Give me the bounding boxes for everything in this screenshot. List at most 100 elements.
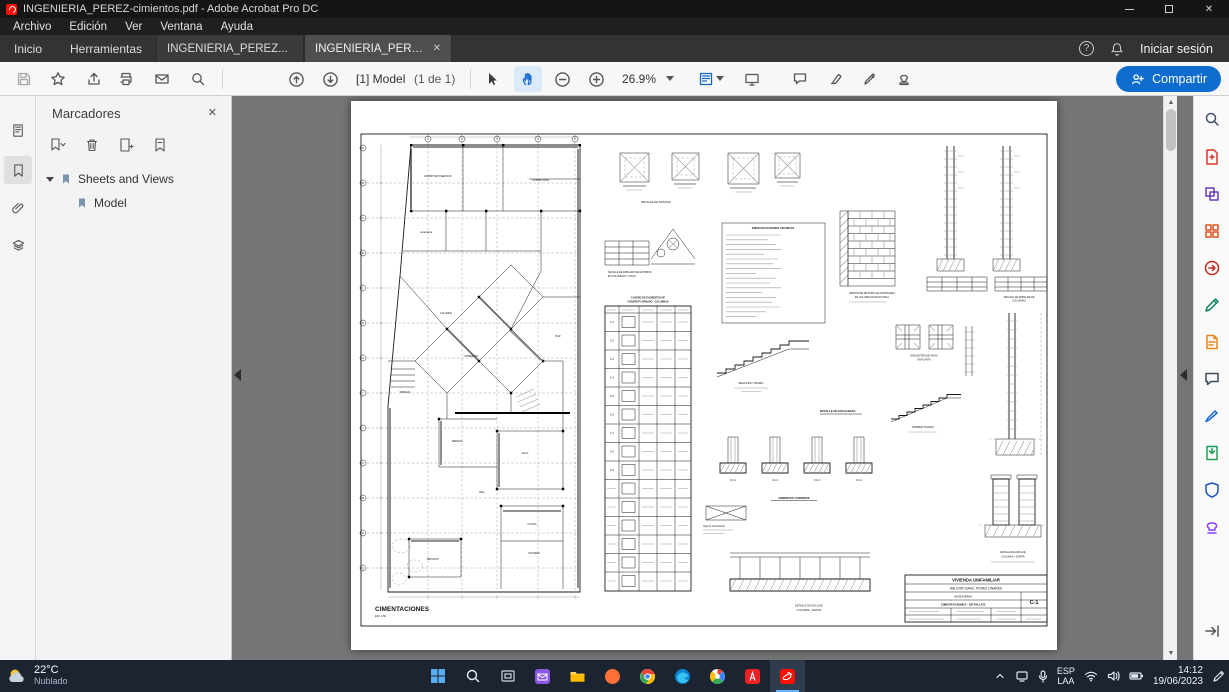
select-tool-icon[interactable] xyxy=(478,66,506,92)
minimize-button[interactable] xyxy=(1109,0,1149,18)
zoom-out-icon[interactable] xyxy=(548,66,576,92)
wifi-icon[interactable] xyxy=(1084,670,1098,682)
new-bookmark-icon[interactable] xyxy=(114,134,138,156)
taskbar-search-icon[interactable] xyxy=(455,660,490,692)
edge-icon[interactable] xyxy=(665,660,700,692)
chevron-down-icon[interactable] xyxy=(46,176,54,182)
chrome-icon[interactable] xyxy=(630,660,665,692)
menu-ver[interactable]: Ver xyxy=(116,21,151,33)
search-tool-icon[interactable] xyxy=(1201,108,1223,130)
menu-archivo[interactable]: Archivo xyxy=(4,21,60,33)
bookmark-model-row[interactable]: Model xyxy=(76,196,127,210)
doc-tab-2[interactable]: INGENIERIA_PEREZ... ✕ xyxy=(304,35,453,62)
google-app-icon[interactable] xyxy=(700,660,735,692)
bookmarks-close-icon[interactable]: ✕ xyxy=(208,106,217,119)
email-icon[interactable] xyxy=(148,66,176,92)
favorites-star-icon[interactable] xyxy=(44,66,72,92)
windows-ink-icon[interactable] xyxy=(1212,670,1225,683)
help-icon[interactable]: ? xyxy=(1079,41,1095,56)
zoom-level[interactable]: 26.9% xyxy=(622,72,656,86)
network-icon[interactable] xyxy=(1015,670,1029,682)
share-file-icon[interactable] xyxy=(80,66,108,92)
volume-icon[interactable] xyxy=(1107,670,1120,682)
zoom-caret-icon[interactable] xyxy=(666,76,674,81)
firefox-icon[interactable] xyxy=(595,660,630,692)
close-button[interactable]: ✕ xyxy=(1189,0,1229,18)
adobe-app-icon[interactable] xyxy=(735,660,770,692)
fill-sign-icon[interactable] xyxy=(1201,405,1223,427)
bookmark-options-icon[interactable] xyxy=(46,134,70,156)
task-view-icon[interactable] xyxy=(490,660,525,692)
room-label: COCHERA xyxy=(528,552,540,555)
tab-inicio[interactable]: Inicio xyxy=(0,35,56,62)
svg-text:DETALLE DE ANCLAJE: DETALLE DE ANCLAJE xyxy=(1000,551,1026,554)
layers-icon[interactable] xyxy=(4,231,32,259)
vertical-scrollbar[interactable]: ▲ ▼ xyxy=(1163,96,1177,660)
scroll-down-icon[interactable]: ▼ xyxy=(1164,650,1178,657)
menu-edicion[interactable]: Edición xyxy=(60,21,116,33)
comment-tool-icon[interactable] xyxy=(786,66,814,92)
acrobat-taskbar-icon[interactable] xyxy=(770,660,805,692)
highlight-tool-icon[interactable] xyxy=(822,66,850,92)
convert-pdf-icon[interactable] xyxy=(1201,442,1223,464)
delete-bookmark-icon[interactable] xyxy=(80,134,104,156)
previous-view-icon[interactable] xyxy=(282,66,310,92)
scrollbar-thumb[interactable] xyxy=(1166,109,1176,151)
page-thumbnails-icon[interactable] xyxy=(4,116,32,144)
clock[interactable]: 14:12 19/06/2023 xyxy=(1153,665,1203,687)
sign-tool-icon[interactable] xyxy=(856,66,884,92)
bookmark-tag-icon[interactable] xyxy=(148,134,172,156)
stamp-tool-icon[interactable] xyxy=(890,66,918,92)
comment-panel-icon[interactable] xyxy=(1201,368,1223,390)
collapse-left-panel-icon[interactable] xyxy=(234,369,241,381)
menu-ventana[interactable]: Ventana xyxy=(151,21,211,33)
organize-pages-icon[interactable] xyxy=(1201,220,1223,242)
menu-ayuda[interactable]: Ayuda xyxy=(212,21,262,33)
close-tab-icon[interactable]: ✕ xyxy=(433,43,441,54)
sign-in-button[interactable]: Iniciar sesión xyxy=(1140,42,1213,56)
menubar: Archivo Edición Ver Ventana Ayuda xyxy=(0,18,1229,35)
next-view-icon[interactable] xyxy=(316,66,344,92)
mail-app-icon[interactable] xyxy=(525,660,560,692)
page-indicator[interactable]: [1] Model xyxy=(356,72,405,86)
expand-right-panel-icon[interactable] xyxy=(1180,369,1187,381)
clock-time: 14:12 xyxy=(1177,665,1203,676)
svg-text:C-1: C-1 xyxy=(610,321,615,324)
file-explorer-icon[interactable] xyxy=(560,660,595,692)
notifications-bell-icon[interactable] xyxy=(1110,42,1124,56)
attachments-icon[interactable] xyxy=(4,194,32,222)
save-icon[interactable] xyxy=(10,66,38,92)
hand-tool-icon[interactable] xyxy=(514,66,542,92)
scroll-up-icon[interactable]: ▲ xyxy=(1164,99,1178,106)
microphone-icon[interactable] xyxy=(1038,669,1048,683)
bookmarks-panel-icon[interactable] xyxy=(4,156,32,184)
create-pdf-icon[interactable] xyxy=(1201,146,1223,168)
scan-ocr-icon[interactable] xyxy=(1201,331,1223,353)
language-indicator[interactable]: ESP LAA xyxy=(1057,666,1075,686)
window-title: INGENIERIA_PEREZ-cimientos.pdf - Adobe A… xyxy=(23,3,319,15)
share-button[interactable]: Compartir xyxy=(1116,66,1221,92)
export-pdf-icon[interactable] xyxy=(1201,257,1223,279)
expand-tools-icon[interactable] xyxy=(1201,620,1223,642)
zoom-in-icon[interactable] xyxy=(582,66,610,92)
stamp-panel-icon[interactable] xyxy=(1201,516,1223,538)
combine-files-icon[interactable] xyxy=(1201,183,1223,205)
search-icon[interactable] xyxy=(184,66,212,92)
protect-pdf-icon[interactable] xyxy=(1201,479,1223,501)
bookmark-root-row[interactable]: Sheets and Views xyxy=(46,172,174,186)
svg-text:CUADRO DE ELEMENTOS DE: CUADRO DE ELEMENTOS DE xyxy=(631,297,665,300)
weather-temp: 22°C xyxy=(34,664,59,676)
restore-button[interactable] xyxy=(1149,0,1189,18)
page-view-caret-icon[interactable] xyxy=(716,76,724,81)
battery-icon[interactable] xyxy=(1129,671,1144,681)
weather-widget[interactable]: 22°C Nublado xyxy=(6,660,68,692)
plan-scale: ESC. 1/50 xyxy=(375,615,387,618)
tab-herramientas[interactable]: Herramientas xyxy=(56,35,156,62)
doc-tab-1[interactable]: INGENIERIA_PEREZ... xyxy=(156,35,305,62)
presentation-icon[interactable] xyxy=(738,66,766,92)
print-icon[interactable] xyxy=(112,66,140,92)
hidden-icons-caret[interactable] xyxy=(994,670,1006,682)
svg-text:5: 5 xyxy=(574,137,576,141)
start-button-icon[interactable] xyxy=(420,660,455,692)
edit-pdf-icon[interactable] xyxy=(1201,294,1223,316)
